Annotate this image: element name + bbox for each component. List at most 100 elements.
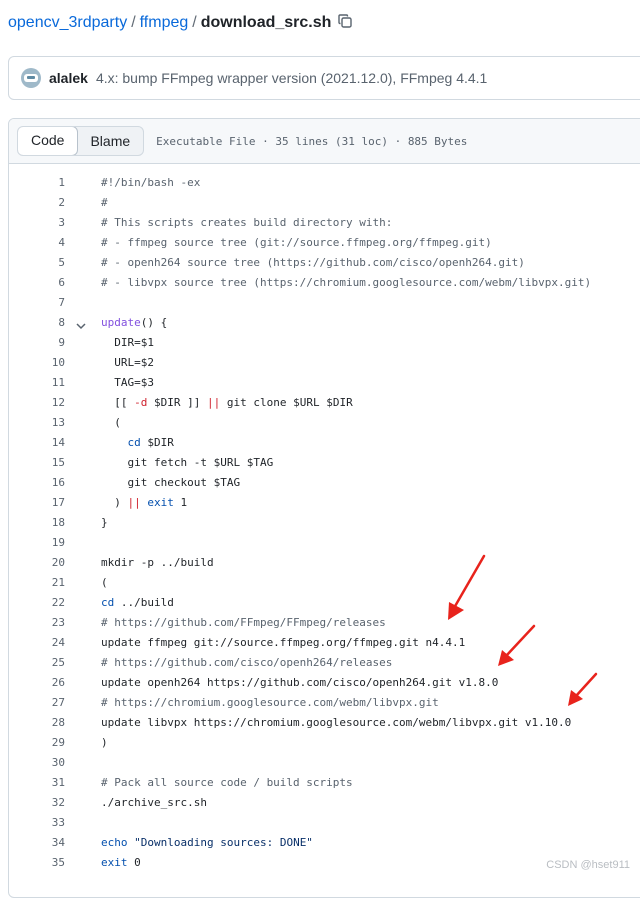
- code-text: TAG=$3: [101, 376, 154, 389]
- latest-commit-bar: alalek 4.x: bump FFmpeg wrapper version …: [8, 56, 640, 100]
- line-number[interactable]: 21: [9, 573, 65, 593]
- code-line: 30: [9, 753, 640, 773]
- line-number[interactable]: 4: [9, 233, 65, 253]
- code-line: 20 mkdir -p ../build: [9, 553, 640, 573]
- line-number[interactable]: 27: [9, 693, 65, 713]
- line-number[interactable]: 22: [9, 593, 65, 613]
- code-line: 34 echo "Downloading sources: DONE": [9, 833, 640, 853]
- code-text: URL=$2: [101, 356, 154, 369]
- blame-tab[interactable]: Blame: [77, 127, 143, 155]
- annotation-arrow-icon: [498, 624, 536, 666]
- code-line: 17 ) || exit 1: [9, 493, 640, 513]
- code-line: 16 git checkout $TAG: [9, 473, 640, 493]
- code-text: }: [101, 516, 108, 529]
- commit-author-link[interactable]: alalek: [49, 70, 88, 86]
- code-line: 29): [9, 733, 640, 753]
- code-line: 24 update ffmpeg git://source.ffmpeg.org/…: [9, 633, 640, 653]
- line-number[interactable]: 10: [9, 353, 65, 373]
- code-line: 12 [[ -d $DIR ]] || git clone $URL $DIR: [9, 393, 640, 413]
- annotation-arrow-icon: [568, 672, 598, 706]
- view-toggle: Code Blame: [17, 126, 145, 156]
- code-line: 31 # Pack all source code / build scripts: [9, 773, 640, 793]
- line-number[interactable]: 12: [9, 393, 65, 413]
- code-line: 23 # https://github.com/FFmpeg/FFmpeg/rel…: [9, 613, 640, 633]
- code-line: 25 # https://github.com/cisco/openh264/re…: [9, 653, 640, 673]
- line-number[interactable]: 23: [9, 613, 65, 633]
- line-number[interactable]: 5: [9, 253, 65, 273]
- line-number[interactable]: 17: [9, 493, 65, 513]
- line-number[interactable]: 11: [9, 373, 65, 393]
- line-number[interactable]: 3: [9, 213, 65, 233]
- line-number[interactable]: 19: [9, 533, 65, 553]
- line-number[interactable]: 32: [9, 793, 65, 813]
- file-info: Executable File · 35 lines (31 loc) · 88…: [156, 134, 468, 148]
- code-line: 10 URL=$2: [9, 353, 640, 373]
- line-number[interactable]: 18: [9, 513, 65, 533]
- line-number[interactable]: 14: [9, 433, 65, 453]
- code-line: 8 update() {: [9, 313, 640, 333]
- line-number[interactable]: 25: [9, 653, 65, 673]
- line-number[interactable]: 24: [9, 633, 65, 653]
- line-number[interactable]: 26: [9, 673, 65, 693]
- breadcrumb: opencv_3rdparty / ffmpeg / download_src.sh: [8, 12, 353, 36]
- code-text: ) || exit 1: [101, 496, 188, 509]
- code-line: 27 # https://chromium.googlesource.com/we…: [9, 693, 640, 713]
- breadcrumb-separator: /: [131, 14, 136, 31]
- code-line: 28 update libvpx https://chromium.googles…: [9, 713, 640, 733]
- line-number[interactable]: 2: [9, 193, 65, 213]
- code-line: 26 update openh264 https://github.com/cis…: [9, 673, 640, 693]
- code-line: 15 git fetch -t $URL $TAG: [9, 453, 640, 473]
- code-text: (: [101, 416, 121, 429]
- breadcrumb-repo-link[interactable]: opencv_3rdparty: [8, 14, 127, 31]
- line-number[interactable]: 15: [9, 453, 65, 473]
- code-line: 2 #: [9, 193, 640, 213]
- line-number[interactable]: 9: [9, 333, 65, 353]
- code-view[interactable]: 1 #!/bin/bash -ex 2 #3 # This scripts create…: [9, 164, 640, 873]
- annotation-arrow-icon: [448, 554, 486, 620]
- line-number[interactable]: 20: [9, 553, 65, 573]
- code-text: update ffmpeg git://source.ffmpeg.org/ff…: [101, 636, 466, 649]
- file-header: Code Blame Executable File · 35 lines (3…: [9, 119, 640, 164]
- line-number[interactable]: 16: [9, 473, 65, 493]
- line-number[interactable]: 30: [9, 753, 65, 773]
- code-text: update() {: [101, 316, 168, 329]
- code-line: 22 cd ../build: [9, 593, 640, 613]
- line-number[interactable]: 31: [9, 773, 65, 793]
- code-text: DIR=$1: [101, 336, 154, 349]
- line-number[interactable]: 7: [9, 293, 65, 313]
- line-number[interactable]: 6: [9, 273, 65, 293]
- watermark: CSDN @hset911: [546, 859, 630, 871]
- code-line: 32 ./archive_src.sh: [9, 793, 640, 813]
- code-text: #: [101, 196, 108, 209]
- copy-icon[interactable]: [337, 13, 353, 36]
- code-line: 21 (: [9, 573, 640, 593]
- line-number[interactable]: 1: [9, 173, 65, 193]
- code-text: exit 0: [101, 856, 141, 869]
- line-number[interactable]: 33: [9, 813, 65, 833]
- code-text: # Pack all source code / build scripts: [101, 776, 353, 789]
- code-text: update libvpx https://chromium.googlesou…: [101, 716, 572, 729]
- code-text: # - openh264 source tree (https://github…: [101, 256, 525, 269]
- code-text: ./archive_src.sh: [101, 796, 207, 809]
- commit-message-link[interactable]: 4.x: bump FFmpeg wrapper version (2021.1…: [96, 70, 487, 86]
- code-line: 3 # This scripts creates build directory …: [9, 213, 640, 233]
- code-text: mkdir -p ../build: [101, 556, 214, 569]
- code-text: # This scripts creates build directory w…: [101, 216, 393, 229]
- line-number[interactable]: 13: [9, 413, 65, 433]
- code-line: 19: [9, 533, 640, 553]
- code-line: 18}: [9, 513, 640, 533]
- code-text: update openh264 https://github.com/cisco…: [101, 676, 499, 689]
- code-line: 6 # - libvpx source tree (https://chromiu…: [9, 273, 640, 293]
- code-text: echo "Downloading sources: DONE": [101, 836, 313, 849]
- avatar[interactable]: [21, 68, 41, 88]
- breadcrumb-folder-link[interactable]: ffmpeg: [140, 14, 189, 31]
- code-line: 33: [9, 813, 640, 833]
- code-text: git fetch -t $URL $TAG: [101, 456, 274, 469]
- code-text: ): [101, 736, 108, 749]
- line-number[interactable]: 34: [9, 833, 65, 853]
- code-tab[interactable]: Code: [18, 127, 79, 155]
- line-number[interactable]: 8: [9, 313, 65, 333]
- line-number[interactable]: 29: [9, 733, 65, 753]
- line-number[interactable]: 35: [9, 853, 65, 873]
- line-number[interactable]: 28: [9, 713, 65, 733]
